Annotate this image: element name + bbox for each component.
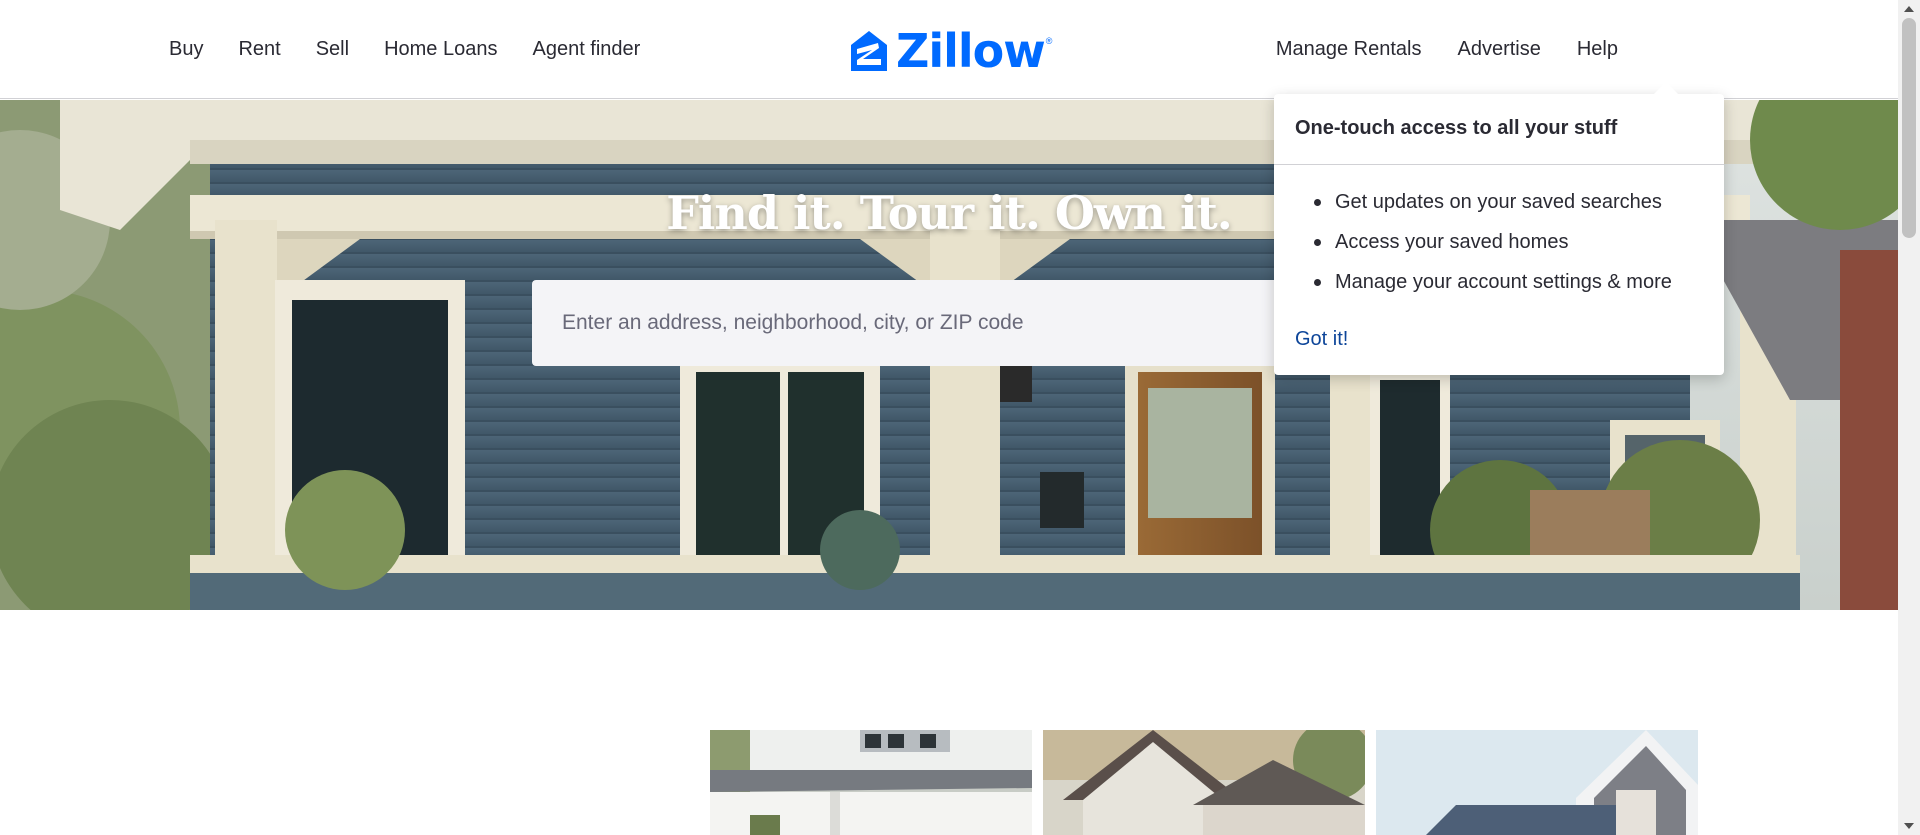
nav-buy[interactable]: Buy [169, 38, 203, 61]
nav-home-loans[interactable]: Home Loans [384, 38, 497, 61]
account-tooltip: One-touch access to all your stuff Get u… [1274, 94, 1724, 375]
house-photo-1 [710, 730, 1032, 835]
scrollbar-thumb[interactable] [1902, 18, 1916, 238]
search-box [532, 280, 1366, 366]
nav-help[interactable]: Help [1577, 38, 1618, 61]
triangle-down-icon[interactable] [1898, 817, 1920, 835]
list-item: Access your saved homes [1314, 230, 1672, 270]
popover-divider [1274, 164, 1724, 165]
nav-manage-rentals[interactable]: Manage Rentals [1276, 38, 1422, 61]
secondary-nav: Manage Rentals Advertise Help [1240, 0, 1618, 99]
nav-advertise[interactable]: Advertise [1457, 38, 1540, 61]
popover-arrow [1652, 82, 1680, 96]
home-card-image[interactable] [1376, 730, 1698, 835]
nav-rent[interactable]: Rent [238, 38, 280, 61]
nav-sell[interactable]: Sell [316, 38, 349, 61]
search-input[interactable] [562, 311, 1322, 335]
home-card-image[interactable] [710, 730, 1032, 835]
list-item: Get updates on your saved searches [1314, 190, 1672, 230]
zillow-logo[interactable]: Zillow ® [850, 28, 1052, 74]
page-scrollbar[interactable] [1898, 0, 1920, 835]
popover-benefits-list: Get updates on your saved searches Acces… [1314, 190, 1672, 310]
got-it-link[interactable]: Got it! [1295, 328, 1348, 351]
nav-agent-finder[interactable]: Agent finder [532, 38, 640, 61]
popover-title: One-touch access to all your stuff [1295, 117, 1618, 139]
site-header: Buy Rent Sell Home Loans Agent finder Zi… [0, 0, 1898, 99]
house-photo-2 [1043, 730, 1365, 835]
triangle-up-icon[interactable] [1898, 0, 1920, 18]
house-photo-3 [1376, 730, 1698, 835]
logo-wordmark: Zillow [896, 24, 1046, 78]
list-item: Manage your account settings & more [1314, 270, 1672, 310]
logo-registered-mark: ® [1045, 36, 1053, 46]
home-card-image[interactable] [1043, 730, 1365, 835]
zillow-logo-icon [851, 31, 887, 71]
primary-nav: Buy Rent Sell Home Loans Agent finder [169, 0, 675, 99]
